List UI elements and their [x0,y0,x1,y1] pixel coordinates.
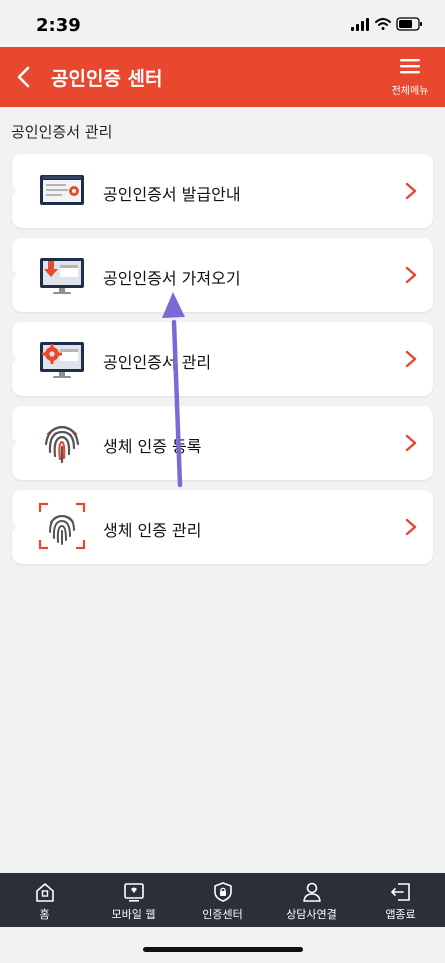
nav-label: 모바일 웹 [111,908,156,921]
battery-icon [396,17,422,31]
list-item-bio-manage[interactable]: 생체 인증 관리 [8,490,433,564]
person-icon [302,882,321,902]
chevron-right-icon [405,434,417,452]
list-item-label: 생체 인증 등록 [103,437,202,456]
mobile-web-icon [123,883,144,902]
gear-monitor-icon [40,342,84,378]
list-item-label: 공인인증서 가져오기 [103,269,241,288]
chevron-right-icon [405,182,417,200]
download-monitor-icon [40,258,84,294]
annotation-arrow [162,292,185,488]
app-header: 공인인증 센터 전체메뉴 [0,47,445,107]
status-time: 2:39 [36,15,81,36]
nav-app-exit[interactable]: 앱종료 [356,873,445,927]
lock-shield-icon [213,882,232,902]
page-title: 공인인증 센터 [51,68,163,90]
status-bar: 2:39 [0,0,445,47]
nav-home[interactable]: 홈 [0,873,89,927]
list-item-label: 공인인증서 발급안내 [103,185,241,204]
nav-label: 인증센터 [202,908,243,921]
nav-mobile-web[interactable]: 모바일 웹 [89,873,178,927]
menu-label: 전체메뉴 [391,86,429,97]
status-icons [351,16,423,36]
nav-label: 앱종료 [385,908,416,921]
back-button[interactable] [12,62,38,92]
signal-icon [351,18,369,31]
fingerprint-icon [44,425,80,464]
nav-cert-center[interactable]: 인증센터 [178,873,267,927]
list-item-cert-guide[interactable]: 공인인증서 발급안내 [8,154,433,228]
home-icon [35,883,54,902]
bottom-nav: 홈 모바일 웹 인증센터 상담사연결 앱종료 [0,873,445,927]
chevron-right-icon [405,266,417,284]
nav-label: 홈 [39,908,50,921]
nav-counselor[interactable]: 상담사연결 [267,873,356,927]
list-item-bio-register[interactable]: 생체 인증 등록 [8,406,433,480]
hamburger-menu-icon [400,59,420,74]
list-item-label: 공인인증서 관리 [103,353,212,372]
list-item-cert-import[interactable]: 공인인증서 가져오기 [8,238,433,312]
chevron-right-icon [405,518,417,536]
full-menu-button[interactable]: 전체메뉴 [387,57,433,103]
exit-icon [390,883,410,901]
list-item-label: 생체 인증 관리 [103,521,202,540]
wifi-icon [375,18,391,30]
fingerprint-scan-icon [38,502,86,550]
home-indicator [143,947,303,952]
list-item-cert-manage[interactable]: 공인인증서 관리 [8,322,433,396]
chevron-left-icon [17,66,30,88]
section-title: 공인인증서 관리 [11,123,113,141]
certificate-monitor-icon [40,175,84,205]
chevron-right-icon [405,350,417,368]
nav-label: 상담사연결 [286,908,337,921]
